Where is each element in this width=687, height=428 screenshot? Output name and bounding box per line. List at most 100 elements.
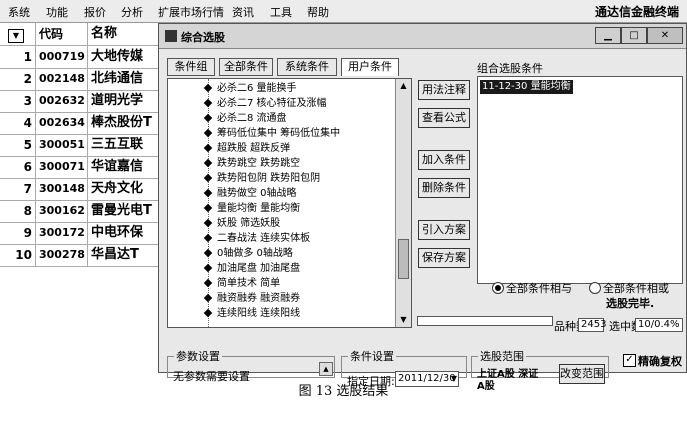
table-row[interactable]: 4 002634 棒杰股份T xyxy=(0,112,158,135)
tree-item-label: 0轴做多 0轴战略 xyxy=(217,248,293,259)
minimize-icon[interactable]: ▁ xyxy=(595,27,621,44)
tree-item[interactable]: 必杀二6 量能换手 xyxy=(203,81,297,97)
row-index: 7 xyxy=(0,178,36,200)
tree-item-label: 加油尾盘 加油尾盘 xyxy=(217,263,301,274)
stock-name: 雷曼光电T xyxy=(91,203,152,218)
tree-item[interactable]: 量能均衡 量能均衡 xyxy=(203,201,300,217)
row-index: 4 xyxy=(0,112,36,134)
combined-conditions-list[interactable]: 11-12-30 量能均衡 xyxy=(477,76,683,284)
precise-adjust-checkbox[interactable]: ✓ xyxy=(623,354,636,367)
tree-item[interactable]: 加油尾盘 加油尾盘 xyxy=(203,261,301,277)
table-row[interactable]: 9 300172 中电环保 xyxy=(0,222,158,245)
stock-screener-dialog: 综合选股 ▁ □ ✕ 条件组 全部条件 系统条件 用户条件 必杀二6 量能换手必… xyxy=(158,23,687,392)
import-scheme-button[interactable]: 引入方案 xyxy=(418,220,470,240)
tree-item[interactable]: 必杀二7 核心特征及涨幅 xyxy=(203,96,327,112)
diamond-icon xyxy=(203,218,213,228)
tree-item-label: 必杀二6 量能换手 xyxy=(217,83,297,94)
table-row[interactable]: 10 300278 华昌达T xyxy=(0,244,158,267)
scroll-thumb[interactable] xyxy=(398,239,409,279)
diamond-icon xyxy=(203,293,213,303)
range-legend: 选股范围 xyxy=(480,350,524,363)
menu-function[interactable]: 功能 xyxy=(46,4,68,20)
row-index: 5 xyxy=(0,134,36,156)
table-row[interactable]: 1 000719 大地传媒 xyxy=(0,46,158,69)
tree-item[interactable]: 简单技术 简单 xyxy=(203,276,280,292)
stock-code: 002634 xyxy=(36,112,88,134)
selected-value: 10/0.4% xyxy=(635,318,683,332)
row-index: 3 xyxy=(0,90,36,112)
tree-item[interactable]: 必杀二8 流通盘 xyxy=(203,111,287,127)
delete-condition-button[interactable]: 删除条件 xyxy=(418,178,470,198)
table-row[interactable]: 8 300162 雷曼光电T xyxy=(0,200,158,223)
tree-item[interactable]: 连续阳线 连续阳线 xyxy=(203,306,300,322)
tab-condition-group[interactable]: 条件组 xyxy=(167,58,215,76)
tab-all-conditions[interactable]: 全部条件 xyxy=(219,58,273,76)
stock-code: 300278 xyxy=(36,244,88,266)
stock-code: 002148 xyxy=(36,68,88,90)
menu-help[interactable]: 帮助 xyxy=(307,4,329,20)
scroll-down-icon[interactable]: ▼ xyxy=(396,313,411,327)
menu-system[interactable]: 系统 xyxy=(8,4,30,20)
column-toggle-icon[interactable]: ▼ xyxy=(8,29,24,43)
header-code[interactable]: 代码 xyxy=(36,23,88,45)
app-icon xyxy=(165,30,177,42)
condition-tree: 必杀二6 量能换手必杀二7 核心特征及涨幅必杀二8 流通盘 筹码低位集中 筹码低位… xyxy=(167,78,412,328)
tree-item[interactable]: 超跌股 超跌反弹 xyxy=(203,141,290,157)
row-index: 2 xyxy=(0,68,36,90)
save-scheme-button[interactable]: 保存方案 xyxy=(418,248,470,268)
tree-item[interactable]: 跌势跳空 跌势跳空 xyxy=(203,156,300,172)
tab-system-conditions[interactable]: 系统条件 xyxy=(277,58,337,76)
table-row[interactable]: 5 300051 三五互联 xyxy=(0,134,158,157)
tree-item-label: 妖股 筛选妖股 xyxy=(217,218,281,229)
diamond-icon xyxy=(203,308,213,318)
figure-caption: 图 13 选股结果 xyxy=(298,384,389,399)
tree-item-label: 融资融券 融资融券 xyxy=(217,293,301,304)
menu-analysis[interactable]: 分析 xyxy=(121,4,143,20)
tree-item[interactable]: 融资融券 融资融券 xyxy=(203,291,301,307)
maximize-icon[interactable]: □ xyxy=(621,27,647,44)
diamond-icon xyxy=(203,83,213,93)
menu-quote[interactable]: 报价 xyxy=(84,4,106,20)
tree-item-label: 筹码低位集中 筹码低位集中 xyxy=(217,128,341,139)
stock-list: ▼ 代码 名称 1 000719 大地传媒 2 002148 北纬通信 3 002632 道明光… xyxy=(0,23,158,373)
menu-tools[interactable]: 工具 xyxy=(270,4,292,20)
tree-item[interactable]: 二春战法 连续实体板 xyxy=(203,231,310,247)
stock-name: 华昌达T xyxy=(91,247,139,262)
combined-condition-item[interactable]: 11-12-30 量能均衡 xyxy=(480,80,573,94)
tree-item[interactable]: 筹码低位集中 筹码低位集中 xyxy=(203,126,341,142)
tree-item[interactable]: 跌势阳包阴 跌势阳包阴 xyxy=(203,171,321,187)
scroll-up-icon[interactable]: ▲ xyxy=(396,79,411,93)
diamond-icon xyxy=(203,278,213,288)
view-formula-button[interactable]: 查看公式 xyxy=(418,108,470,128)
table-row[interactable]: 2 002148 北纬通信 xyxy=(0,68,158,91)
tree-scrollbar[interactable]: ▲ ▼ xyxy=(395,79,411,327)
tree-item[interactable]: 融势做空 0轴战略 xyxy=(203,186,297,202)
add-condition-button[interactable]: 加入条件 xyxy=(418,150,470,170)
tree-item-label: 跌势阳包阴 跌势阳包阴 xyxy=(217,173,321,184)
stock-list-header: ▼ 代码 名称 xyxy=(0,23,158,46)
tab-user-conditions[interactable]: 用户条件 xyxy=(341,58,399,76)
tree-item-label: 必杀二7 核心特征及涨幅 xyxy=(217,98,327,109)
menubar: 系统 功能 报价 分析 扩展市场行情 资讯 工具 帮助 通达信金融终端 xyxy=(0,0,687,23)
tree-item[interactable]: 0轴做多 0轴战略 xyxy=(203,246,293,262)
dialog-titlebar[interactable]: 综合选股 ▁ □ ✕ xyxy=(159,24,686,49)
usage-notes-button[interactable]: 用法注释 xyxy=(418,80,470,100)
all-or-radio[interactable] xyxy=(589,282,601,294)
param-scroll-up-icon[interactable]: ▲ xyxy=(319,362,333,376)
row-index: 10 xyxy=(0,244,36,266)
header-name[interactable]: 名称 xyxy=(88,23,158,45)
table-row[interactable]: 3 002632 道明光学 xyxy=(0,90,158,113)
row-index: 6 xyxy=(0,156,36,178)
table-row[interactable]: 6 300071 华谊嘉信 xyxy=(0,156,158,179)
diamond-icon xyxy=(203,263,213,273)
menu-extended-market[interactable]: 扩展市场行情 xyxy=(158,4,224,20)
tree-item[interactable]: 妖股 筛选妖股 xyxy=(203,216,281,232)
menu-info[interactable]: 资讯 xyxy=(232,4,254,20)
count-value: 2453 xyxy=(578,318,606,332)
diamond-icon xyxy=(203,188,213,198)
diamond-icon xyxy=(203,203,213,213)
close-icon[interactable]: ✕ xyxy=(647,27,683,44)
diamond-icon xyxy=(203,233,213,243)
all-and-radio[interactable] xyxy=(492,282,504,294)
table-row[interactable]: 7 300148 天舟文化 xyxy=(0,178,158,201)
